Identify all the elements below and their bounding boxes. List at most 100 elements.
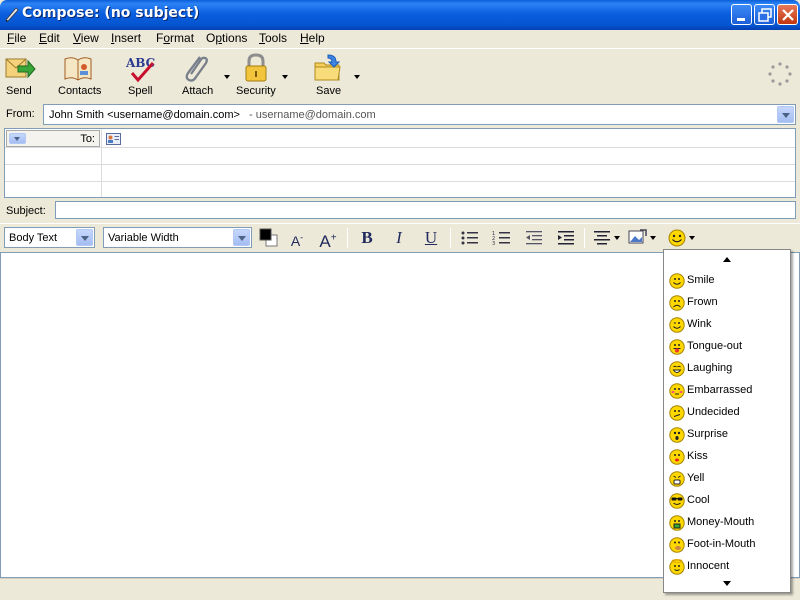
menu-edit[interactable]: Edit bbox=[39, 30, 60, 48]
spellcheck-icon: ABC bbox=[125, 56, 155, 83]
smiley-icon[interactable] bbox=[667, 228, 687, 248]
larger-font-button[interactable]: A+ bbox=[317, 228, 339, 251]
contacts-button[interactable]: Contacts bbox=[56, 51, 104, 99]
font-value: Variable Width bbox=[108, 232, 179, 244]
emoticon-menu-item-label: Frown bbox=[687, 296, 718, 308]
close-button[interactable] bbox=[777, 4, 798, 25]
align-center-icon[interactable] bbox=[592, 229, 612, 247]
recipient-type-select[interactable]: To: bbox=[6, 130, 100, 147]
italic-icon: I bbox=[396, 228, 402, 247]
cool-icon bbox=[669, 493, 685, 509]
attach-dropdown-arrow[interactable] bbox=[224, 75, 230, 79]
menu-file-rest: ile bbox=[14, 31, 27, 45]
save-dropdown-arrow[interactable] bbox=[354, 75, 360, 79]
security-button[interactable]: Security bbox=[234, 51, 292, 99]
title-bar: Compose: (no subject) bbox=[0, 0, 800, 30]
emoticon-menu-item[interactable]: Yell bbox=[668, 469, 786, 489]
recipient-row-divider bbox=[5, 147, 795, 148]
main-toolbar: Send Contacts ABC Spell Attach Security bbox=[0, 48, 800, 100]
tongue-out-icon bbox=[669, 339, 685, 355]
emoticon-menu-item[interactable]: Laughing bbox=[668, 359, 786, 379]
padlock-icon bbox=[245, 53, 267, 82]
emoticon-menu-item[interactable]: Tongue-out bbox=[668, 337, 786, 357]
emoticon-menu-item-label: Surprise bbox=[687, 428, 728, 440]
menu-format[interactable]: Format bbox=[156, 30, 194, 48]
yell-icon bbox=[669, 471, 685, 487]
emoticon-menu-item[interactable]: Kiss bbox=[668, 447, 786, 467]
menu-view[interactable]: View bbox=[73, 30, 99, 48]
embarrassed-icon bbox=[669, 383, 685, 399]
emoticon-menu-item[interactable]: Innocent bbox=[668, 557, 786, 577]
font-select[interactable]: Variable Width bbox=[103, 227, 252, 248]
font-dropdown-button[interactable] bbox=[233, 229, 250, 246]
emoticon-menu-item[interactable]: Wink bbox=[668, 315, 786, 335]
insert-dropdown-arrow[interactable] bbox=[650, 236, 656, 240]
bulleted-list-icon[interactable] bbox=[460, 229, 480, 247]
from-dropdown-button[interactable] bbox=[777, 106, 794, 123]
menu-options[interactable]: Options bbox=[206, 30, 247, 48]
menu-view-rest: iew bbox=[80, 31, 99, 45]
insert-image-icon[interactable] bbox=[628, 228, 648, 248]
save-button[interactable]: Save bbox=[312, 51, 362, 99]
send-icon bbox=[5, 58, 36, 79]
emoticon-menu-item[interactable]: Smile bbox=[668, 271, 786, 291]
text-color-icon[interactable] bbox=[258, 227, 280, 249]
send-label: Send bbox=[6, 85, 32, 97]
larger-font-icon: A+ bbox=[319, 231, 337, 251]
menu-scroll-up-arrow[interactable] bbox=[723, 257, 731, 262]
paperclip-icon bbox=[185, 56, 208, 82]
menu-file[interactable]: File bbox=[7, 30, 26, 48]
compose-app-icon bbox=[5, 7, 19, 22]
recipient-type-dropdown-button[interactable] bbox=[9, 133, 26, 144]
save-label: Save bbox=[316, 85, 342, 97]
from-account-select[interactable]: John Smith <username@domain.com> - usern… bbox=[43, 104, 796, 125]
emoticon-menu-item[interactable]: Money-Mouth bbox=[668, 513, 786, 533]
subject-input[interactable] bbox=[55, 201, 796, 219]
menu-help[interactable]: Help bbox=[300, 30, 325, 48]
italic-button[interactable]: I bbox=[388, 228, 410, 248]
decrease-indent-icon[interactable] bbox=[524, 229, 544, 247]
send-button[interactable]: Send bbox=[2, 51, 38, 99]
recipient-row-divider bbox=[5, 164, 795, 165]
smaller-font-button[interactable]: A- bbox=[286, 228, 308, 249]
toolbar-separator bbox=[584, 228, 585, 248]
numbered-list-icon[interactable]: 1 2 3 bbox=[492, 229, 512, 247]
recipient-list[interactable]: To: bbox=[4, 128, 796, 198]
wink-icon bbox=[669, 317, 685, 333]
emoticon-menu-item[interactable]: Embarrassed bbox=[668, 381, 786, 401]
close-icon bbox=[782, 9, 794, 21]
emoticon-menu-item[interactable]: Foot-in-Mouth bbox=[668, 535, 786, 555]
address-card-icon[interactable] bbox=[106, 133, 121, 145]
security-dropdown-arrow[interactable] bbox=[282, 75, 288, 79]
toolbar-separator bbox=[347, 228, 348, 248]
paragraph-style-select[interactable]: Body Text bbox=[4, 227, 95, 248]
emoticon-menu: Smile Frown Wink Tongue-out Laughing Embarras… bbox=[663, 249, 791, 593]
toolbar-separator bbox=[450, 228, 451, 248]
spell-button[interactable]: ABC Spell bbox=[122, 51, 158, 99]
minimize-button[interactable] bbox=[731, 4, 752, 25]
innocent-icon bbox=[669, 559, 685, 575]
emoticon-menu-item[interactable]: Frown bbox=[668, 293, 786, 313]
menu-scroll-down-arrow[interactable] bbox=[723, 581, 731, 586]
emoticon-menu-item[interactable]: Undecided bbox=[668, 403, 786, 423]
foot-in-mouth-icon bbox=[669, 537, 685, 553]
paragraph-style-dropdown-button[interactable] bbox=[76, 229, 93, 246]
restore-button[interactable] bbox=[754, 4, 775, 25]
attach-button[interactable]: Attach bbox=[178, 51, 234, 99]
emoticon-menu-item-label: Cool bbox=[687, 494, 710, 506]
menu-bar: File Edit View Insert Format Options Too… bbox=[0, 30, 800, 48]
emoticon-menu-item[interactable]: Surprise bbox=[668, 425, 786, 445]
smiley-dropdown-arrow[interactable] bbox=[689, 236, 695, 240]
svg-text:3: 3 bbox=[492, 241, 495, 247]
attach-label: Attach bbox=[182, 85, 214, 97]
menu-help-rest: elp bbox=[308, 31, 325, 45]
menu-tools[interactable]: Tools bbox=[259, 30, 287, 48]
underline-button[interactable]: U bbox=[420, 228, 442, 248]
bold-button[interactable]: B bbox=[356, 228, 378, 248]
emoticon-menu-item-label: Tongue-out bbox=[687, 340, 743, 352]
emoticon-menu-item[interactable]: Cool bbox=[668, 491, 786, 511]
align-dropdown-arrow[interactable] bbox=[614, 236, 620, 240]
menu-insert[interactable]: Insert bbox=[111, 30, 141, 48]
increase-indent-icon[interactable] bbox=[556, 229, 576, 247]
paragraph-style-value: Body Text bbox=[9, 232, 58, 244]
